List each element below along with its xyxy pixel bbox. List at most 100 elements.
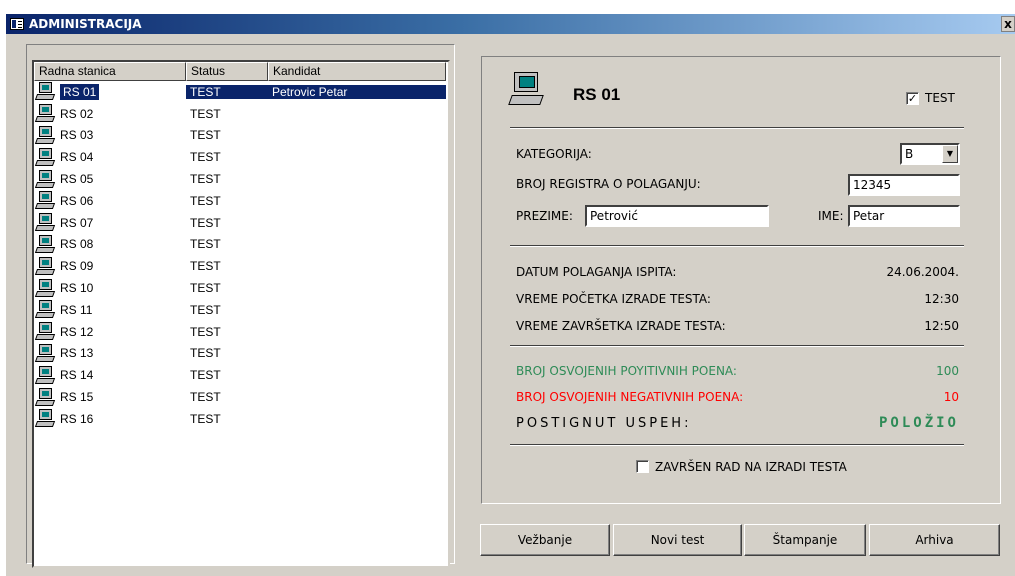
station-cell: RS 08 (34, 234, 186, 254)
workstation-icon (34, 409, 56, 428)
close-button[interactable]: x (1001, 16, 1015, 32)
station-name: RS 01 (60, 83, 100, 100)
workstation-icon (34, 104, 56, 123)
station-cell: RS 13 (34, 343, 186, 363)
station-title: RS 01 (573, 85, 621, 104)
list-row[interactable]: RS 16 TEST (34, 408, 448, 430)
status-cell: TEST (190, 150, 221, 165)
kategorija-value: B (905, 147, 914, 161)
status-cell: TEST (190, 346, 221, 361)
window-title: ADMINISTRACIJA (29, 17, 142, 31)
station-name: RS 12 (60, 324, 94, 339)
station-name: RS 02 (60, 106, 94, 121)
list-row[interactable]: RS 09 TEST (34, 255, 448, 277)
list-row[interactable]: RS 06 TEST (34, 190, 448, 212)
uspeh-value: POLOŽIO (878, 415, 959, 431)
station-name: RS 16 (60, 411, 94, 426)
test-checkbox[interactable]: ✓ (906, 92, 919, 105)
stampanje-button[interactable]: Štampanje (744, 524, 866, 556)
list-row[interactable]: RS 03 TEST (34, 125, 448, 147)
status-cell: TEST (190, 106, 221, 121)
status-cell: TEST (190, 302, 221, 317)
separator (510, 345, 964, 347)
novi-test-button[interactable]: Novi test (613, 524, 742, 556)
workstation-icon (34, 191, 56, 210)
list-row[interactable]: RS 14 TEST (34, 364, 448, 386)
workstation-icon (34, 169, 56, 189)
station-name: RS 09 (60, 259, 94, 274)
list-row[interactable]: RS 05 TEST (34, 168, 448, 190)
list-row[interactable]: RS 08 TEST (34, 234, 448, 256)
list-row[interactable]: RS 02 TEST (34, 103, 448, 125)
station-name: RS 15 (60, 390, 94, 405)
station-name: RS 14 (60, 368, 94, 383)
column-header-station[interactable]: Radna stanica (34, 62, 186, 81)
dropdown-arrow-icon[interactable]: ▼ (942, 145, 958, 163)
station-name: RS 11 (60, 302, 93, 317)
datum-label: DATUM POLAGANJA ISPITA: (516, 265, 677, 279)
station-cell: RS 06 (34, 191, 186, 210)
station-name: RS 06 (60, 193, 94, 208)
arhiva-button[interactable]: Arhiva (869, 524, 1000, 556)
station-name: RS 13 (60, 346, 94, 361)
uspeh-label: POSTIGNUT USPEH: (516, 416, 692, 431)
vezbanje-button[interactable]: Vežbanje (480, 524, 610, 556)
pozitivni-value: 100 (936, 364, 959, 378)
station-cell: RS 04 (34, 147, 186, 167)
workstation-icon (34, 147, 56, 167)
workstation-icon (34, 300, 56, 319)
station-cell: RS 03 (34, 125, 186, 145)
station-cell: RS 11 (34, 300, 186, 319)
status-cell: TEST (190, 368, 221, 383)
title-bar: ADMINISTRACIJA x (6, 14, 1015, 34)
workstation-icon (34, 278, 56, 298)
station-cell: RS 15 (34, 387, 186, 407)
zavrsen-checkbox[interactable] (636, 460, 649, 473)
candidate-cell: Petrovic Petar (268, 84, 446, 99)
zavrsen-label: ZAVRŠEN RAD NA IZRADI TESTA (655, 460, 847, 474)
list-row[interactable]: RS 04 TEST (34, 146, 448, 168)
workstation-icon (34, 234, 56, 254)
status-cell: TEST (190, 259, 221, 274)
list-row[interactable]: RS 01 TEST Petrovic Petar (34, 81, 448, 103)
ime-field[interactable]: Petar (848, 205, 960, 227)
station-cell: RS 12 (34, 322, 186, 341)
list-row[interactable]: RS 12 TEST (34, 321, 448, 343)
list-row[interactable]: RS 07 TEST (34, 212, 448, 234)
separator (510, 444, 964, 446)
list-row[interactable]: RS 15 TEST (34, 386, 448, 408)
list-row[interactable]: RS 10 TEST (34, 277, 448, 299)
workstation-icon (34, 125, 56, 145)
station-listview[interactable]: Radna stanica Status Kandidat RS 01 TEST P… (32, 60, 450, 568)
kategorija-label: KATEGORIJA: (516, 147, 592, 161)
vreme-zavrsetka-value: 12:50 (924, 319, 959, 333)
kategorija-combobox[interactable]: B ▼ (900, 143, 960, 165)
column-header-status[interactable]: Status (186, 62, 268, 81)
test-checkbox-label: TEST (925, 91, 955, 105)
status-cell: TEST (190, 324, 221, 339)
workstation-icon (34, 213, 56, 232)
status-cell: TEST (190, 193, 221, 208)
station-name: RS 03 (60, 128, 94, 143)
status-cell: TEST (190, 128, 221, 143)
broj-registra-field[interactable]: 12345 (848, 174, 960, 196)
list-row[interactable]: RS 11 TEST (34, 299, 448, 321)
status-cell: TEST (190, 172, 221, 187)
vreme-pocetka-label: VREME POČETKA IZRADE TESTA: (516, 292, 711, 306)
detail-group-frame (481, 56, 1001, 504)
station-cell: RS 02 (34, 104, 186, 123)
station-name: RS 10 (60, 281, 94, 296)
broj-registra-label: BROJ REGISTRA O POLAGANJU: (516, 177, 701, 191)
vreme-zavrsetka-label: VREME ZAVRŠETKA IZRADE TESTA: (516, 319, 726, 333)
list-header: Radna stanica Status Kandidat (34, 62, 448, 81)
status-cell: TEST (190, 281, 221, 296)
workstation-icon (34, 365, 56, 385)
column-header-candidate[interactable]: Kandidat (268, 62, 446, 81)
prezime-field[interactable]: Petrović (585, 205, 769, 227)
workstation-icon (508, 72, 544, 108)
ime-label: IME: (818, 209, 844, 223)
list-row[interactable]: RS 13 TEST (34, 343, 448, 365)
workstation-icon (34, 387, 56, 407)
station-name: RS 07 (60, 215, 94, 230)
prezime-label: PREZIME: (516, 209, 573, 223)
